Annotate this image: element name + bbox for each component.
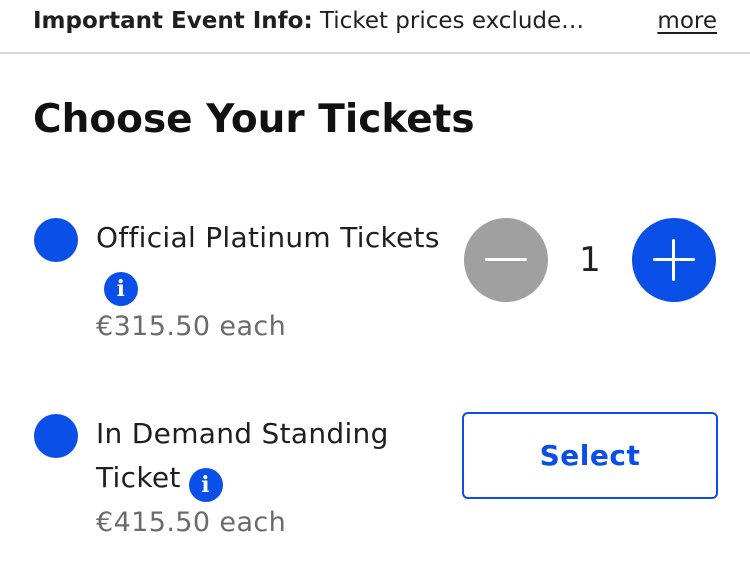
select-ticket-button[interactable]: Select: [462, 412, 718, 499]
event-info-text: Important Event Info: Ticket prices excl…: [33, 6, 633, 36]
ticket-price-standing: €415.50 each: [96, 507, 287, 538]
ticket-price-platinum: €315.50 each: [96, 311, 287, 342]
ticket-radio-standing[interactable]: [34, 414, 78, 458]
ticket-name-text: Official Platinum Tickets: [96, 221, 440, 254]
quantity-value: 1: [579, 240, 601, 280]
page-title: Choose Your Tickets: [33, 97, 475, 142]
ticket-name-platinum: Official Platinum Tickets i: [96, 216, 446, 306]
ticket-radio-platinum[interactable]: [34, 218, 78, 262]
event-info-message: Ticket prices exclude…: [319, 8, 585, 34]
more-link[interactable]: more: [657, 6, 717, 36]
info-icon[interactable]: i: [104, 272, 138, 306]
decrease-quantity-button[interactable]: [464, 218, 548, 302]
increase-quantity-button[interactable]: [632, 218, 716, 302]
info-icon[interactable]: i: [188, 468, 223, 502]
event-info-label: Important Event Info:: [33, 8, 313, 34]
event-info-banner: Important Event Info: Ticket prices excl…: [0, 0, 750, 54]
ticket-name-text: In Demand Standing Ticket: [96, 417, 389, 494]
ticket-name-standing: In Demand Standing Ticket i: [96, 412, 446, 502]
